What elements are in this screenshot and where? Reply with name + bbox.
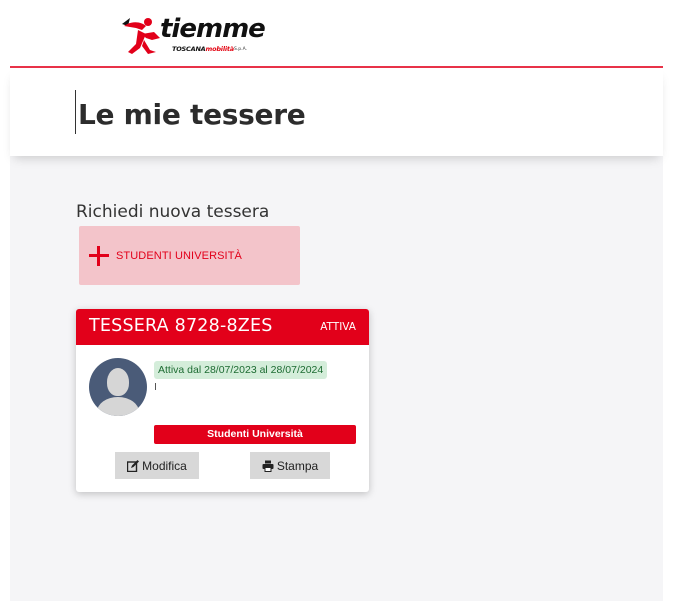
- request-label: Richiedi nuova tessera: [76, 202, 270, 222]
- page-title: Le mie tessere: [78, 98, 306, 131]
- card-title: TESSERA 8728-8ZES: [89, 316, 273, 336]
- avatar-head: [107, 368, 129, 396]
- avatar-body: [97, 397, 139, 416]
- card-panel: TESSERA 8728-8ZES ATTIVA Attiva dal 28/0…: [76, 309, 369, 492]
- print-button-label: Stampa: [276, 458, 319, 473]
- brand-sub-black: TOSCANA: [172, 45, 206, 53]
- brand-sub-red: mobilità: [205, 45, 235, 53]
- printer-icon: [262, 460, 274, 472]
- brand-name: tiemme: [160, 14, 266, 44]
- request-students-university-button[interactable]: STUDENTI UNIVERSITÀ: [79, 226, 300, 285]
- brand-logo[interactable]: tiemme TOSCANAmobilità S.p.A.: [116, 14, 266, 60]
- card-header: TESSERA 8728-8ZES ATTIVA: [76, 309, 369, 345]
- validity-badge: Attiva dal 28/07/2023 al 28/07/2024: [154, 361, 328, 379]
- brand-subtitle: TOSCANAmobilità: [172, 45, 234, 53]
- name-placeholder-mark: [155, 383, 156, 390]
- text-cursor: [75, 90, 76, 134]
- edit-button-label: Modifica: [142, 458, 187, 473]
- brand-suffix: S.p.A.: [234, 47, 248, 52]
- card-status: ATTIVA: [320, 321, 356, 333]
- request-button-label: STUDENTI UNIVERSITÀ: [116, 249, 242, 262]
- edit-button[interactable]: Modifica: [115, 452, 199, 479]
- plus-icon: [89, 245, 109, 266]
- print-button[interactable]: Stampa: [250, 452, 330, 479]
- card-type-badge: Studenti Università: [154, 425, 356, 444]
- edit-icon: [127, 459, 140, 472]
- user-avatar-icon: [89, 358, 147, 416]
